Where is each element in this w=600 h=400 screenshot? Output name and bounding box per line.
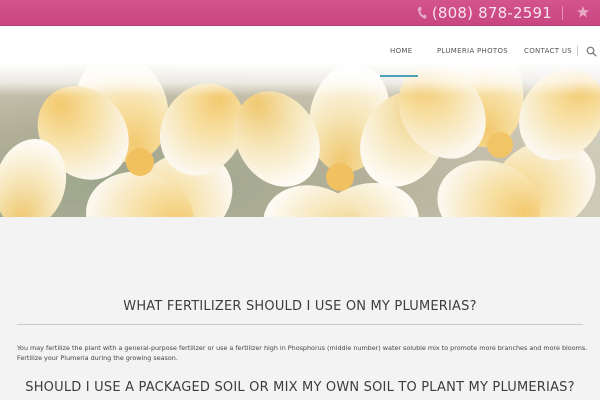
phone-number-link[interactable]: (808) 878-2591 — [416, 4, 552, 22]
faq-answer-line: Fertilize your Plumeria during the growi… — [17, 354, 178, 362]
search-icon[interactable] — [586, 46, 597, 57]
hero-banner-image — [0, 62, 600, 217]
faq-question-title: SHOULD I USE A PACKAGED SOIL OR MIX MY O… — [25, 380, 575, 395]
nav-divider — [577, 46, 578, 56]
nav-plumeria-photos[interactable]: PLUMERIA PHOTOS — [437, 47, 508, 55]
nav-home[interactable]: HOME — [390, 47, 412, 55]
topbar-divider — [562, 6, 563, 20]
faq-answer-text: You may fertilize the plant with a gener… — [17, 343, 592, 363]
hero-top-fade — [0, 62, 600, 96]
phone-icon — [417, 7, 427, 19]
star-icon[interactable] — [576, 5, 590, 19]
phone-number: (808) 878-2591 — [431, 4, 552, 22]
faq-question-title: WHAT FERTILIZER SHOULD I USE ON MY PLUME… — [123, 299, 477, 314]
top-bar: (808) 878-2591 — [0, 0, 600, 26]
nav-active-underline — [380, 75, 418, 77]
nav-contact-us[interactable]: CONTACT US — [524, 47, 572, 55]
section-divider — [17, 324, 583, 325]
site-header — [0, 26, 600, 62]
faq-answer-line: You may fertilize the plant with a gener… — [17, 344, 588, 352]
